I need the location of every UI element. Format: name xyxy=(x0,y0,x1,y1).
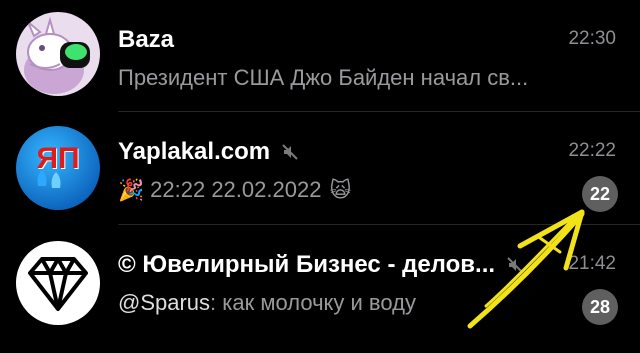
avatar[interactable] xyxy=(16,12,100,96)
unread-badge: 22 xyxy=(582,176,618,212)
preview-sender: @Sparus xyxy=(118,290,211,315)
party-popper-emoji: 🎉 xyxy=(118,177,145,202)
unread-badge: 28 xyxy=(582,289,618,325)
avatar[interactable] xyxy=(16,241,100,325)
chat-row-baza[interactable]: Baza 22:30 Президент США Джо Байден нача… xyxy=(0,0,640,112)
chat-list: Baza 22:30 Президент США Джо Байден нача… xyxy=(0,0,640,353)
avatar-label: ЯП xyxy=(36,142,80,175)
chat-row-jewelry[interactable]: © Ювелирный Бизнес - делов... 21:42 @Spa… xyxy=(0,225,640,337)
chat-row-yaplakal[interactable]: ЯП Yaplakal.com 22:22 🎉 22:22 22.02.2022… xyxy=(0,112,640,225)
scared-cat-emoji: 🙀 xyxy=(329,178,352,202)
message-preview: @Sparus: как молочку и воду xyxy=(118,287,416,319)
diamond-icon xyxy=(16,241,100,325)
avatar[interactable]: ЯП xyxy=(16,126,100,210)
chat-time: 21:42 xyxy=(568,253,616,274)
muted-icon xyxy=(280,142,300,162)
chat-time: 22:30 xyxy=(568,28,616,49)
preview-text: : как молочку и воду xyxy=(210,290,416,315)
message-preview: 🎉 22:22 22.02.2022 🙀 xyxy=(118,174,351,206)
preview-text: Президент США Джо Байден начал св... xyxy=(118,65,529,90)
chat-title: © Ювелирный Бизнес - делов... xyxy=(118,251,496,278)
chat-time: 22:22 xyxy=(568,140,616,161)
preview-text: 22:22 22.02.2022 xyxy=(150,177,322,202)
message-preview: Президент США Джо Байден начал св... xyxy=(118,62,528,94)
chat-title: Baza xyxy=(118,26,175,53)
muted-icon xyxy=(505,255,525,275)
cartoon-goat-avatar-icon xyxy=(16,12,100,96)
chat-title: Yaplakal.com xyxy=(118,138,271,165)
